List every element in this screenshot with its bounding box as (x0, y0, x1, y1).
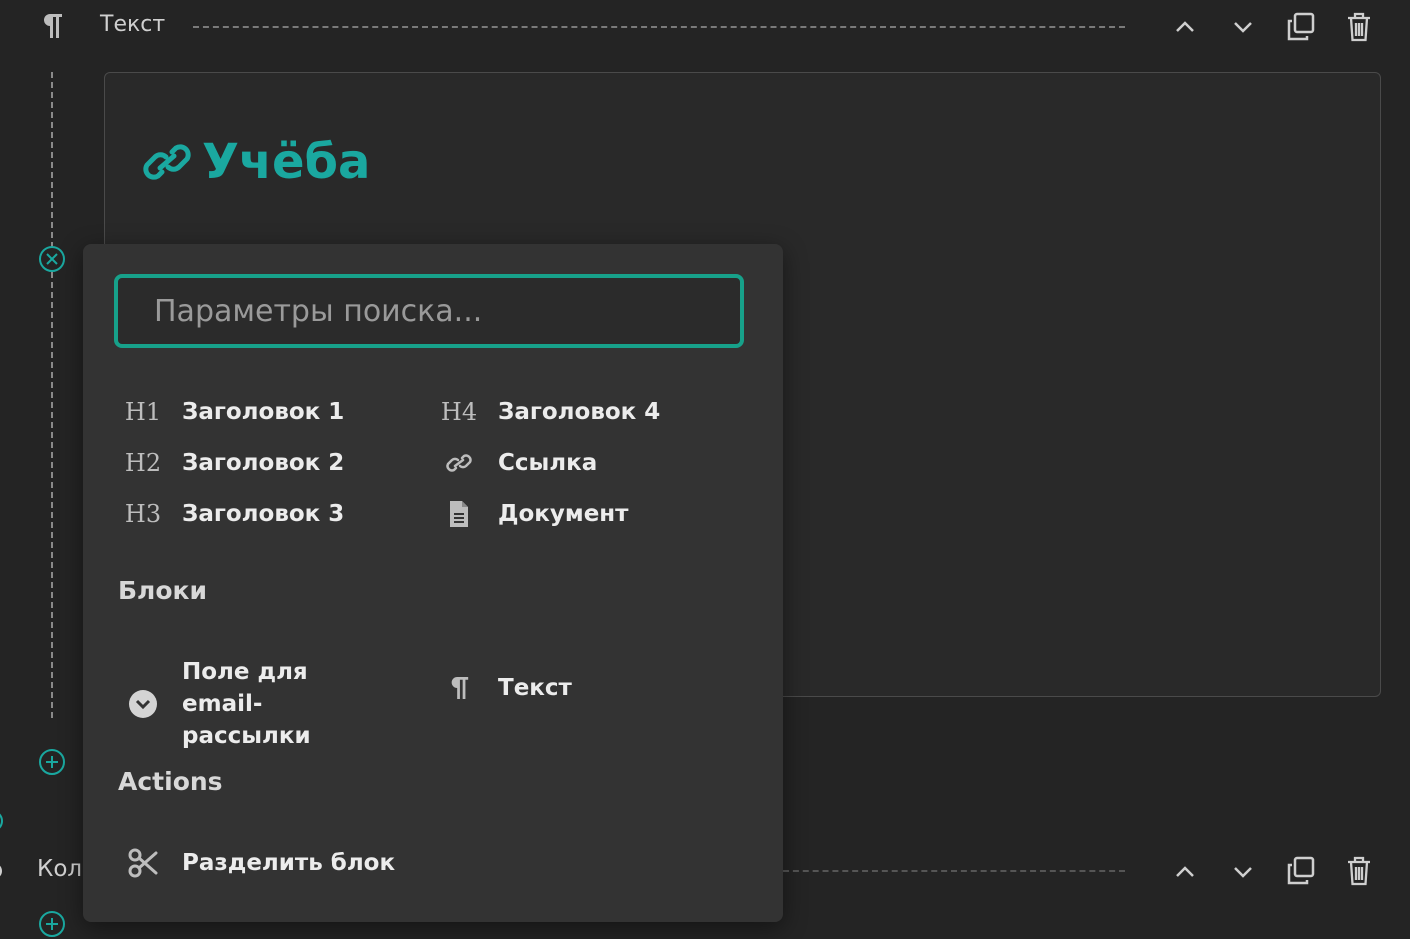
bottom-header-divider (783, 870, 1125, 872)
block-inserter-popup: H1 Заголовок 1 H2 Заголовок 2 H3 Заголов… (83, 244, 783, 922)
menu-item-label: Ссылка (498, 450, 598, 476)
menu-item-heading-2[interactable]: H2 Заголовок 2 (118, 447, 344, 479)
plus-icon (39, 911, 65, 937)
menu-item-document[interactable]: Документ (434, 498, 629, 530)
duplicate-button-bottom[interactable] (1284, 854, 1318, 888)
link-icon (143, 144, 191, 180)
menu-item-label: Документ (498, 501, 629, 527)
menu-item-label: Текст (498, 675, 572, 701)
edge-circle-fragment (0, 808, 6, 834)
duplicate-icon (1287, 12, 1315, 41)
trash-icon (1348, 856, 1370, 886)
h2-icon: H2 (124, 449, 162, 477)
scissors-icon (118, 848, 168, 878)
heading-text: Учёба (202, 134, 371, 190)
duplicate-button[interactable] (1284, 10, 1318, 44)
chevron-down-icon (1234, 867, 1252, 878)
menu-item-label: Заголовок 3 (182, 501, 345, 527)
close-icon (39, 246, 65, 272)
plus-icon (39, 749, 65, 775)
menu-item-heading-4[interactable]: H4 Заголовок 4 (434, 396, 660, 428)
menu-item-text[interactable]: Текст (434, 672, 572, 704)
header-divider (193, 26, 1125, 28)
delete-button[interactable] (1342, 10, 1376, 44)
search-field[interactable] (114, 274, 744, 348)
add-block-button-bottom[interactable] (38, 910, 66, 938)
link-icon (434, 452, 484, 474)
block-title: Текст (100, 12, 166, 37)
content-heading[interactable]: Учёба (142, 134, 370, 190)
h3-icon: H3 (124, 500, 162, 528)
menu-item-heading-3[interactable]: H3 Заголовок 3 (118, 498, 344, 530)
menu-item-label: Заголовок 2 (182, 450, 345, 476)
document-icon (434, 500, 484, 528)
delete-button-bottom[interactable] (1342, 854, 1376, 888)
menu-item-label: Поле для email-рассылки (182, 659, 311, 749)
chevron-up-icon (1176, 21, 1194, 32)
move-down-button[interactable] (1228, 12, 1258, 42)
search-input[interactable] (118, 278, 740, 344)
duplicate-icon (1287, 856, 1315, 885)
section-title-actions: Actions (118, 767, 223, 796)
menu-item-heading-1[interactable]: H1 Заголовок 1 (118, 396, 344, 428)
chevron-down-icon (1234, 22, 1252, 33)
trash-icon (1348, 12, 1370, 42)
menu-item-label: Заголовок 1 (182, 399, 345, 425)
menu-item-email-field[interactable]: Поле для email-рассылки (118, 656, 382, 752)
add-block-button[interactable] (38, 748, 66, 776)
menu-item-label: Разделить блок (182, 850, 396, 876)
bottom-block-title: Кол (37, 856, 83, 882)
paragraph-icon (434, 675, 484, 701)
edge-fragment (0, 858, 4, 884)
menu-item-label: Заголовок 4 (498, 399, 661, 425)
h4-icon: H4 (440, 398, 478, 426)
section-title-blocks: Блоки (118, 576, 208, 605)
menu-item-split-block[interactable]: Разделить блок (118, 847, 395, 879)
chevron-up-icon (1176, 866, 1194, 877)
menu-item-link[interactable]: Ссылка (434, 447, 597, 479)
close-inserter-button[interactable] (38, 245, 66, 273)
move-up-button[interactable] (1170, 12, 1200, 42)
move-down-button-bottom[interactable] (1228, 857, 1258, 887)
move-up-button-bottom[interactable] (1170, 857, 1200, 887)
paragraph-icon (36, 10, 68, 42)
chevron-circle-icon (118, 689, 168, 719)
block-guide-line (51, 72, 53, 718)
h1-icon: H1 (124, 398, 162, 426)
